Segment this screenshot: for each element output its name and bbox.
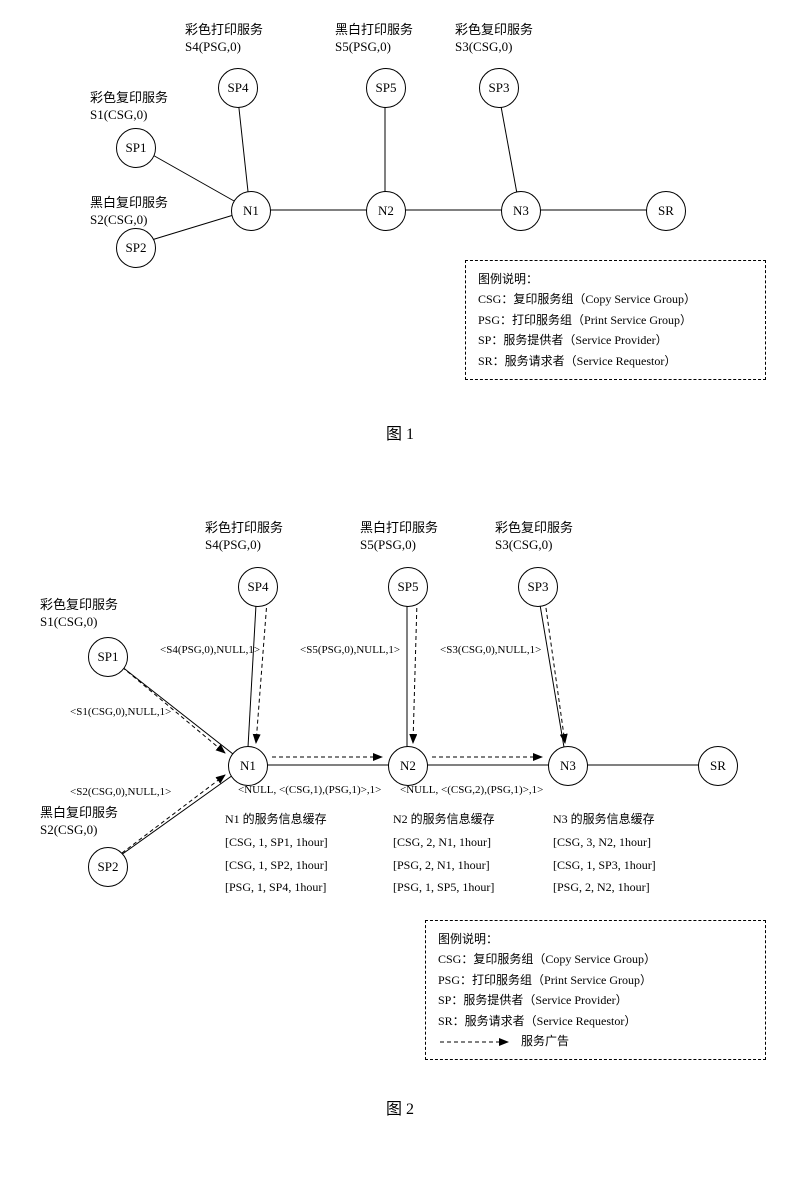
n1-cache-title: N1 的服务信息缓存 [225,808,328,831]
n2-cache-title: N2 的服务信息缓存 [393,808,495,831]
figure-2: 彩色打印服务S4(PSG,0) 黑白打印服务S5(PSG,0) 彩色复印服务S3… [0,505,800,1185]
node-sr: SR [646,191,686,231]
node-sp4: SP4 [218,68,258,108]
node-sp1: SP1 [116,128,156,168]
label-sp1-service: 彩色复印服务S1(CSG,0) [90,90,168,124]
edge-label-sp2: <S2(CSG,0),NULL,1> [70,785,171,799]
n1-cache-row: [PSG, 1, SP4, 1hour] [225,876,328,899]
figure-1-legend: 图例说明： CSG：复印服务组（Copy Service Group） PSG：… [465,260,766,380]
node-sp5: SP5 [366,68,406,108]
node-n3: N3 [501,191,541,231]
edge-label-sp5: <S5(PSG,0),NULL,1> [300,643,400,657]
n1-cache-row: [CSG, 1, SP2, 1hour] [225,854,328,877]
node-sp4: SP4 [238,567,278,607]
node-sp5: SP5 [388,567,428,607]
edge-label-sp4: <S4(PSG,0),NULL,1> [160,643,260,657]
node-sp2: SP2 [116,228,156,268]
node-n3: N3 [548,746,588,786]
label-sp1-service: 彩色复印服务S1(CSG,0) [40,597,118,631]
legend-arrow-label: 服务广告 [521,1034,569,1048]
legend-psg: PSG：打印服务组（Print Service Group） [438,970,753,990]
legend-title: 图例说明： [478,269,753,289]
n2-cache-row: [CSG, 2, N1, 1hour] [393,831,495,854]
n3-cache-title: N3 的服务信息缓存 [553,808,656,831]
n3-cache-row: [PSG, 2, N2, 1hour] [553,876,656,899]
n1-cache: N1 的服务信息缓存 [CSG, 1, SP1, 1hour] [CSG, 1,… [225,808,328,899]
label-sp4-service: 彩色打印服务S4(PSG,0) [205,520,283,554]
edge-label-n1n2: <NULL, <(CSG,1),(PSG,1)>,1> [238,783,381,797]
label-sp2-service: 黑白复印服务S2(CSG,0) [40,805,118,839]
node-n2: N2 [388,746,428,786]
edge-label-n2n3: <NULL, <(CSG,2),(PSG,1)>,1> [400,783,543,797]
figure-2-legend: 图例说明： CSG：复印服务组（Copy Service Group） PSG：… [425,920,766,1060]
label-sp2-service: 黑白复印服务S2(CSG,0) [90,195,168,229]
n2-cache-row: [PSG, 1, SP5, 1hour] [393,876,495,899]
page: { "fig1": { "nodes": { "SP1": "SP1", "SP… [0,0,800,1190]
node-sp3: SP3 [518,567,558,607]
label-sp3-service: 彩色复印服务S3(CSG,0) [455,22,533,56]
legend-arrow-icon [438,1037,518,1047]
legend-psg: PSG：打印服务组（Print Service Group） [478,310,753,330]
legend-arrow-row: 服务广告 [438,1031,753,1051]
n2-cache-row: [PSG, 2, N1, 1hour] [393,854,495,877]
node-sp2: SP2 [88,847,128,887]
legend-title: 图例说明： [438,929,753,949]
edge-label-sp1: <S1(CSG,0),NULL,1> [70,705,171,719]
node-n1: N1 [231,191,271,231]
legend-sp: SP：服务提供者（Service Provider） [478,330,753,350]
n3-cache: N3 的服务信息缓存 [CSG, 3, N2, 1hour] [CSG, 1, … [553,808,656,899]
label-sp4-service: 彩色打印服务S4(PSG,0) [185,22,263,56]
node-n2: N2 [366,191,406,231]
legend-csg: CSG：复印服务组（Copy Service Group） [478,289,753,309]
label-sp5-service: 黑白打印服务S5(PSG,0) [335,22,413,56]
label-sp3-service: 彩色复印服务S3(CSG,0) [495,520,573,554]
edge-label-sp3: <S3(CSG,0),NULL,1> [440,643,541,657]
legend-csg: CSG：复印服务组（Copy Service Group） [438,949,753,969]
label-sp5-service: 黑白打印服务S5(PSG,0) [360,520,438,554]
n3-cache-row: [CSG, 1, SP3, 1hour] [553,854,656,877]
node-sr: SR [698,746,738,786]
n2-cache: N2 的服务信息缓存 [CSG, 2, N1, 1hour] [PSG, 2, … [393,808,495,899]
node-n1: N1 [228,746,268,786]
n1-cache-row: [CSG, 1, SP1, 1hour] [225,831,328,854]
legend-sr: SR：服务请求者（Service Requestor） [438,1011,753,1031]
legend-sr: SR：服务请求者（Service Requestor） [478,351,753,371]
figure-1: 彩色打印服务S4(PSG,0) 黑白打印服务S5(PSG,0) 彩色复印服务S3… [0,0,800,480]
node-sp1: SP1 [88,637,128,677]
legend-sp: SP：服务提供者（Service Provider） [438,990,753,1010]
node-sp3: SP3 [479,68,519,108]
n3-cache-row: [CSG, 3, N2, 1hour] [553,831,656,854]
